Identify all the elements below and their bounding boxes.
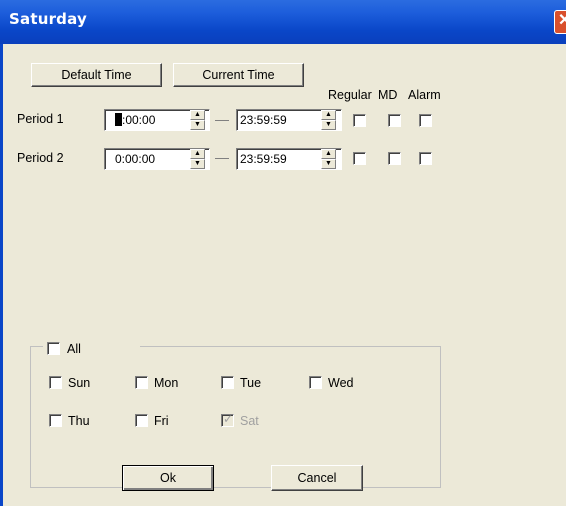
title-bar[interactable]: Saturday ✕ xyxy=(0,0,566,44)
period-2-md-checkbox[interactable] xyxy=(388,152,401,165)
sat-label: Sat xyxy=(240,414,259,428)
cancel-button[interactable]: Cancel xyxy=(271,465,363,491)
spin-down-icon[interactable]: ▼ xyxy=(190,120,205,130)
sat-checkbox[interactable]: ✓ xyxy=(221,412,234,427)
spin-down-icon[interactable]: ▼ xyxy=(321,120,336,130)
period-1-md-checkbox[interactable] xyxy=(388,114,401,127)
period-1-regular-checkbox[interactable] xyxy=(353,114,366,127)
period-2-alarm-checkbox[interactable] xyxy=(419,152,432,165)
thu-checkbox[interactable] xyxy=(49,414,62,427)
ok-button[interactable]: Ok xyxy=(122,465,214,491)
period-2-label: Period 2 xyxy=(17,151,64,165)
wed-checkbox[interactable] xyxy=(309,376,322,389)
checkmark-icon: ✓ xyxy=(223,412,234,426)
period-1-end-spinner[interactable]: ▲ ▼ xyxy=(321,110,336,130)
fri-label[interactable]: Fri xyxy=(154,414,169,428)
sun-checkbox[interactable] xyxy=(49,376,62,389)
period-2-start-spinner[interactable]: ▲ ▼ xyxy=(190,149,205,169)
alarm-column-header: Alarm xyxy=(408,88,441,102)
close-button[interactable]: ✕ xyxy=(554,10,566,34)
mon-label[interactable]: Mon xyxy=(154,376,178,390)
text-caret xyxy=(115,113,122,126)
spin-up-icon[interactable]: ▲ xyxy=(321,149,336,159)
current-time-button[interactable]: Current Time xyxy=(173,63,304,87)
close-icon: ✕ xyxy=(558,12,566,29)
period-2-end-time-value: 23:59:59 xyxy=(240,152,287,166)
spin-up-icon[interactable]: ▲ xyxy=(321,110,336,120)
default-time-button[interactable]: Default Time xyxy=(31,63,162,87)
period-2-end-spinner[interactable]: ▲ ▼ xyxy=(321,149,336,169)
sun-label[interactable]: Sun xyxy=(68,376,90,390)
range-separator xyxy=(215,158,229,159)
thu-label[interactable]: Thu xyxy=(68,414,90,428)
spin-down-icon[interactable]: ▼ xyxy=(321,159,336,169)
saturday-dialog: Saturday ✕ Default Time Current Time Reg… xyxy=(0,0,566,506)
all-days-label[interactable]: All xyxy=(67,342,81,356)
period-1-label: Period 1 xyxy=(17,112,64,126)
period-1-alarm-checkbox[interactable] xyxy=(419,114,432,127)
wed-label[interactable]: Wed xyxy=(328,376,353,390)
all-days-checkbox[interactable] xyxy=(47,342,60,355)
tue-checkbox[interactable] xyxy=(221,376,234,389)
spin-up-icon[interactable]: ▲ xyxy=(190,149,205,159)
period-2-start-time-value: 0:00:00 xyxy=(115,152,156,166)
period-2-regular-checkbox[interactable] xyxy=(353,152,366,165)
dialog-body: Default Time Current Time Regular MD Ala… xyxy=(3,44,566,506)
md-column-header: MD xyxy=(378,88,398,102)
range-separator xyxy=(215,120,229,121)
tue-label[interactable]: Tue xyxy=(240,376,261,390)
period-1-start-spinner[interactable]: ▲ ▼ xyxy=(190,110,205,130)
window-title: Saturday xyxy=(9,10,87,28)
mon-checkbox[interactable] xyxy=(135,376,148,389)
period-1-end-time-value: 23:59:59 xyxy=(240,113,287,127)
spin-up-icon[interactable]: ▲ xyxy=(190,110,205,120)
spin-down-icon[interactable]: ▼ xyxy=(190,159,205,169)
days-group-box xyxy=(30,346,441,488)
regular-column-header: Regular xyxy=(328,88,372,102)
fri-checkbox[interactable] xyxy=(135,414,148,427)
period-1-start-time-value: :00:00 xyxy=(122,113,156,127)
